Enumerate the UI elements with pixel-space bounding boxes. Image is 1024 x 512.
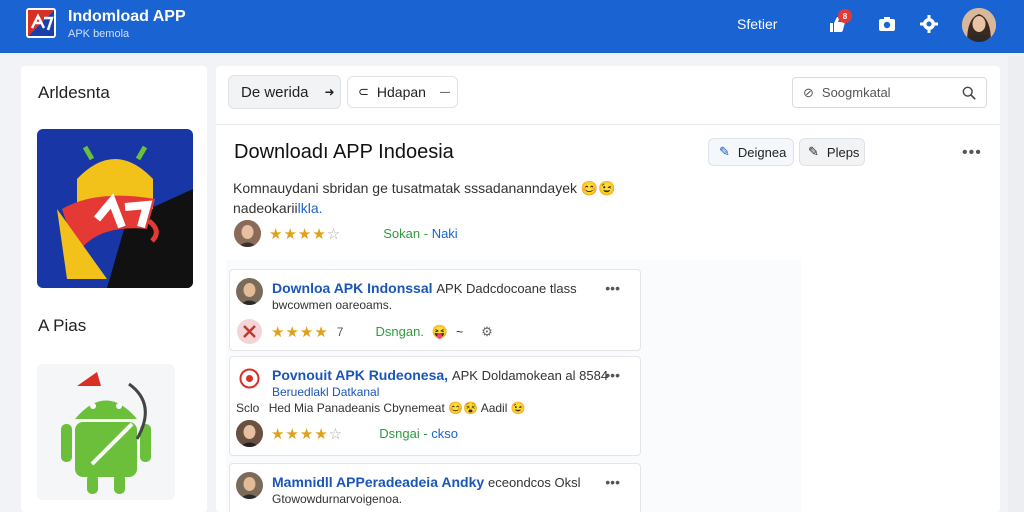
android-app-image[interactable] xyxy=(37,364,175,500)
card-subtitle: Beruedlakl Datkanal xyxy=(272,385,380,399)
list-item[interactable]: Povnouit APK Rudeonesa, APK Doldamokean … xyxy=(229,356,641,456)
card-subtitle: bwcowmen oareoams. xyxy=(272,298,393,312)
rating-stars: ★★★★☆ xyxy=(269,225,342,243)
card-status: Dsngan. xyxy=(375,324,424,339)
card-avatar[interactable] xyxy=(236,420,263,447)
arrow-right-icon: ➜ xyxy=(324,85,335,99)
header-link[interactable]: Sfetier xyxy=(737,16,777,32)
tools-icon xyxy=(237,319,262,344)
featured-app-image[interactable] xyxy=(37,129,193,288)
primary-dropdown-label: De werida xyxy=(241,83,309,101)
notification-button[interactable]: 8 xyxy=(826,9,852,35)
card-more-icon[interactable]: ••• xyxy=(605,280,620,296)
card-title[interactable]: Mamnidll APPeradeadeia Andky eceondcos O… xyxy=(272,474,581,490)
app-title: Indomload APP xyxy=(68,8,186,25)
camera-button[interactable] xyxy=(876,13,898,35)
user-avatar[interactable] xyxy=(962,8,996,42)
card-emoji: 😝 xyxy=(431,323,449,339)
card-stars: ★★★★ xyxy=(271,323,329,341)
target-icon xyxy=(236,365,263,392)
card-avatar[interactable] xyxy=(236,472,263,499)
search-box[interactable]: ⊘ xyxy=(792,77,987,108)
chevron-down-icon: — xyxy=(439,86,450,98)
scrollbar-track[interactable] xyxy=(1008,56,1024,512)
primary-dropdown-button[interactable]: De werida ➜ xyxy=(228,75,341,109)
card-rating-row: ★★★★ 7 Dsngan. 😝 ~ ⚙ xyxy=(236,318,493,345)
settings-small-icon[interactable]: ⚙ xyxy=(481,324,493,340)
toolbar-divider xyxy=(216,124,1000,125)
sidebar-section-title: A Pias xyxy=(38,316,87,335)
secondary-filter-button[interactable]: ⊂ Hdapan — xyxy=(347,76,458,108)
design-button-label: Deignea xyxy=(737,144,787,160)
rating-row: ★★★★☆ Sokan - Naki xyxy=(234,220,458,247)
card-detail-row: Sclo Hed Mia Panadeanis Cbynemeat 😊😵 Aad… xyxy=(236,401,526,415)
search-input[interactable] xyxy=(821,85,962,100)
pencil-icon: ✎ xyxy=(719,144,730,159)
card-star-count: 7 xyxy=(336,324,344,339)
pleps-button[interactable]: ✎ Pleps xyxy=(799,138,865,166)
notification-badge: 8 xyxy=(838,9,852,23)
card-tail: ~ xyxy=(456,324,464,339)
card-avatar[interactable] xyxy=(236,278,263,305)
more-options-icon[interactable]: ••• xyxy=(962,144,982,162)
card-stars: ★★★★☆ xyxy=(271,425,344,443)
description-line-2: nadeokarii xyxy=(233,200,298,216)
description-emoji: 😊😉 xyxy=(580,180,616,196)
secondary-filter-label: Hdapan xyxy=(376,84,426,100)
rating-status: Sokan - Naki xyxy=(383,226,458,241)
card-more-icon[interactable]: ••• xyxy=(605,474,620,490)
card-title[interactable]: Downloa APK Indonssal APK Dadcdocoane tl… xyxy=(272,280,577,296)
reviewer-avatar[interactable] xyxy=(234,220,261,247)
sidebar-panel: Arldesnta A Pias xyxy=(21,66,207,512)
app-description: Komnauydani sbridan ge tusatmatak sssada… xyxy=(233,178,653,218)
list-item[interactable]: Mamnidll APPeradeadeia Andky eceondcos O… xyxy=(229,463,641,512)
settings-button[interactable] xyxy=(918,13,940,35)
app-subtitle: APK bemola xyxy=(68,28,130,40)
card-title[interactable]: Povnouit APK Rudeonesa, APK Doldamokean … xyxy=(272,367,608,383)
search-icon[interactable] xyxy=(962,85,976,101)
description-line-1: Komnauydani sbridan ge tusatmatak sssada… xyxy=(233,180,577,196)
gear-icon xyxy=(920,15,938,33)
card-status: Dsngai - ckso xyxy=(379,426,459,441)
pleps-button-label: Pleps xyxy=(826,144,860,160)
description-link[interactable]: lkla. xyxy=(298,200,323,216)
sidebar-title: Arldesnta xyxy=(38,83,110,102)
card-subtitle: Gtowowdurnarvoigenoa. xyxy=(272,492,403,506)
tag-icon: ⊘ xyxy=(803,84,814,100)
pencil-outline-icon: ✎ xyxy=(808,144,819,159)
card-rating-row: ★★★★☆ Dsngai - ckso xyxy=(236,420,458,447)
design-button[interactable]: ✎ Deignea xyxy=(708,138,794,166)
card-more-icon[interactable]: ••• xyxy=(605,367,620,383)
list-item[interactable]: Downloa APK Indonssal APK Dadcdocoane tl… xyxy=(229,269,641,351)
app-header: Indomload APP APK bemola Sfetier 8 xyxy=(0,0,1024,53)
page-title: Downloadı APP Indoesia xyxy=(234,141,454,163)
camera-icon xyxy=(879,17,895,31)
filter-icon: ⊂ xyxy=(358,84,369,99)
review-list: Downloa APK Indonssal APK Dadcdocoane tl… xyxy=(226,260,801,512)
app-logo[interactable] xyxy=(24,6,60,42)
main-panel: De werida ➜ ⊂ Hdapan — ⊘ Downloadı APP I… xyxy=(216,66,1000,512)
